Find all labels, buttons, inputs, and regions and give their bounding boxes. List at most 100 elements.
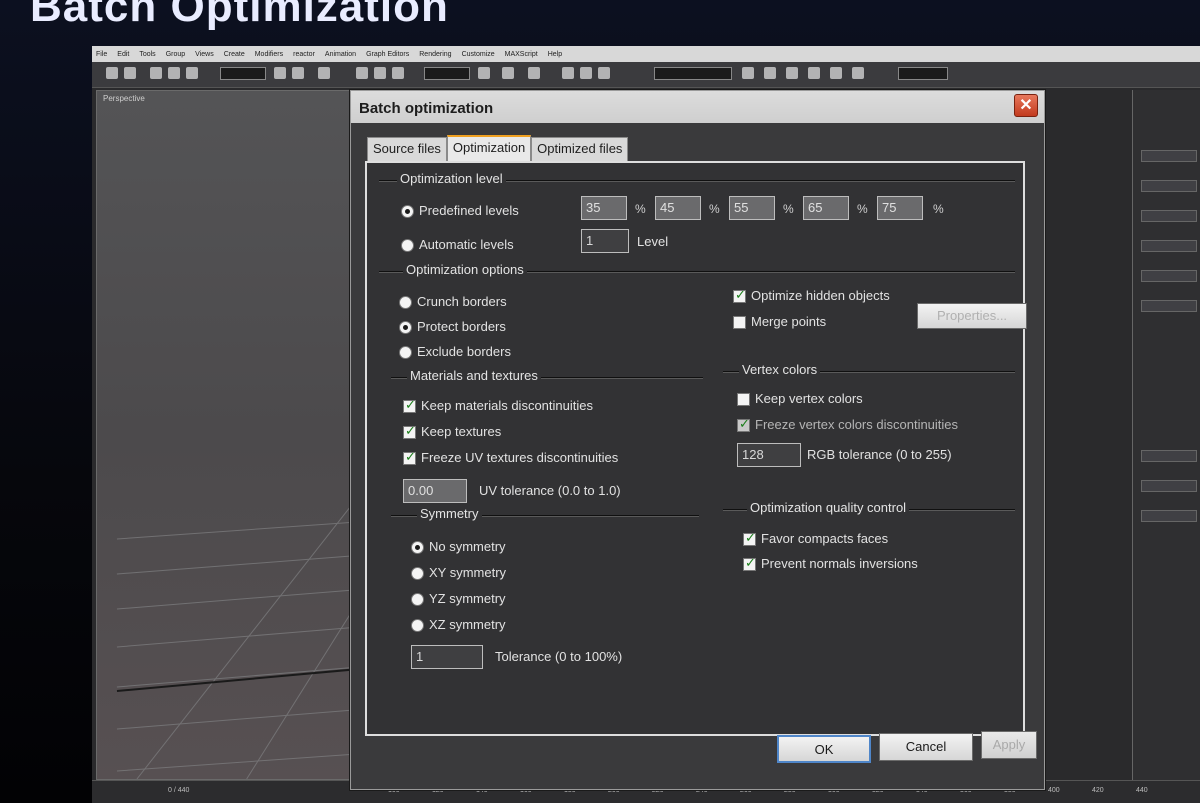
schematic-icon[interactable]	[764, 67, 776, 79]
freeze-vertex-colors-checkbox[interactable]	[737, 417, 750, 432]
quick-render-icon[interactable]	[852, 67, 864, 79]
rgb-tolerance-input[interactable]: 128	[737, 443, 801, 467]
menu-maxscript[interactable]: MAXScript	[505, 51, 538, 58]
menu-reactor[interactable]: reactor	[293, 51, 315, 58]
ok-button[interactable]: OK	[777, 735, 871, 763]
command-panel-button[interactable]	[1141, 480, 1197, 492]
select-by-name-icon[interactable]	[292, 67, 304, 79]
menu-file[interactable]: File	[96, 51, 107, 58]
prevent-normals-label: Prevent normals inversions	[761, 556, 918, 571]
rotate-icon[interactable]	[374, 67, 386, 79]
menu-modifiers[interactable]: Modifiers	[255, 51, 283, 58]
select-icon[interactable]	[274, 67, 286, 79]
protect-borders-radio[interactable]	[399, 321, 412, 334]
menu-group[interactable]: Group	[166, 51, 185, 58]
reference-coord-dropdown[interactable]	[424, 67, 470, 80]
scale-icon[interactable]	[392, 67, 404, 79]
symmetry-heading: Symmetry	[417, 506, 482, 521]
tab-optimized-files[interactable]: Optimized files	[531, 137, 629, 161]
xz-symmetry-radio[interactable]	[411, 619, 424, 632]
align-icon[interactable]	[580, 67, 592, 79]
prevent-normals-checkbox[interactable]	[743, 556, 756, 571]
command-panel-button[interactable]	[1141, 450, 1197, 462]
cancel-button[interactable]: Cancel	[879, 733, 973, 761]
render-frame-icon[interactable]	[830, 67, 842, 79]
optimize-hidden-checkbox[interactable]	[733, 288, 746, 303]
command-panel-button[interactable]	[1141, 150, 1197, 162]
uv-tolerance-input[interactable]: 0.00	[403, 479, 467, 503]
no-symmetry-radio[interactable]	[411, 541, 424, 554]
redo-icon[interactable]	[124, 67, 136, 79]
menu-help[interactable]: Help	[548, 51, 562, 58]
viewport-label[interactable]: Perspective	[103, 94, 145, 103]
menu-create[interactable]: Create	[224, 51, 245, 58]
freeze-uv-checkbox[interactable]	[403, 450, 416, 465]
predefined-levels-radio[interactable]	[401, 205, 414, 218]
command-panel-button[interactable]	[1141, 270, 1197, 282]
named-selection-dropdown[interactable]	[654, 67, 732, 80]
merge-points-checkbox[interactable]	[733, 316, 746, 329]
dialog-title: Batch optimization	[359, 100, 494, 117]
level-4-input[interactable]: 65	[803, 196, 849, 220]
command-panel-button[interactable]	[1141, 210, 1197, 222]
properties-button[interactable]: Properties...	[917, 303, 1027, 329]
render-setup-icon[interactable]	[808, 67, 820, 79]
level-2-input[interactable]: 45	[655, 196, 701, 220]
pivot-icon[interactable]	[478, 67, 490, 79]
crunch-borders-radio[interactable]	[399, 296, 412, 309]
bind-icon[interactable]	[186, 67, 198, 79]
percent-label: %	[933, 202, 944, 216]
percent-label: %	[709, 202, 720, 216]
level-1-input[interactable]: 35	[581, 196, 627, 220]
layer-icon[interactable]	[598, 67, 610, 79]
link-icon[interactable]	[150, 67, 162, 79]
curve-editor-icon[interactable]	[742, 67, 754, 79]
tab-optimization[interactable]: Optimization	[446, 135, 532, 161]
favor-compact-faces-checkbox[interactable]	[743, 531, 756, 546]
xy-symmetry-radio[interactable]	[411, 567, 424, 580]
region-select-icon[interactable]	[318, 67, 330, 79]
command-panel-button[interactable]	[1141, 240, 1197, 252]
automatic-levels-label: Automatic levels	[419, 237, 514, 252]
command-panel-button[interactable]	[1141, 180, 1197, 192]
render-type-dropdown[interactable]	[898, 67, 948, 80]
automatic-levels-radio[interactable]	[401, 239, 414, 252]
tab-source-files[interactable]: Source files	[367, 137, 447, 161]
keep-materials-checkbox[interactable]	[403, 398, 416, 413]
batch-optimization-dialog: Batch optimization ✕ Source files Optimi…	[350, 90, 1045, 790]
menu-graph-editors[interactable]: Graph Editors	[366, 51, 409, 58]
menu-animation[interactable]: Animation	[325, 51, 356, 58]
undo-icon[interactable]	[106, 67, 118, 79]
predefined-levels-label: Predefined levels	[419, 203, 519, 218]
level-5-input[interactable]: 75	[877, 196, 923, 220]
menu-customize[interactable]: Customize	[462, 51, 495, 58]
exclude-borders-radio[interactable]	[399, 346, 412, 359]
material-editor-icon[interactable]	[786, 67, 798, 79]
merge-points-label: Merge points	[751, 314, 827, 329]
xz-symmetry-label: XZ symmetry	[429, 617, 506, 632]
command-panel-button[interactable]	[1141, 510, 1197, 522]
yz-symmetry-radio[interactable]	[411, 593, 424, 606]
mirror-icon[interactable]	[562, 67, 574, 79]
menu-rendering[interactable]: Rendering	[419, 51, 451, 58]
symmetry-tolerance-input[interactable]: 1	[411, 645, 483, 669]
keep-vertex-colors-checkbox[interactable]	[737, 393, 750, 406]
tab-bar: Source files Optimization Optimized file…	[367, 135, 629, 161]
selection-filter-dropdown[interactable]	[220, 67, 266, 80]
dialog-titlebar[interactable]: Batch optimization ✕	[351, 91, 1044, 123]
slide-title: Batch Optimization	[30, 0, 449, 31]
apply-button[interactable]: Apply	[981, 731, 1037, 759]
menu-tools[interactable]: Tools	[139, 51, 155, 58]
angle-snap-icon[interactable]	[528, 67, 540, 79]
level-3-input[interactable]: 55	[729, 196, 775, 220]
menu-edit[interactable]: Edit	[117, 51, 129, 58]
snap-icon[interactable]	[502, 67, 514, 79]
quality-control-heading: Optimization quality control	[747, 500, 910, 515]
close-icon[interactable]: ✕	[1014, 94, 1038, 117]
unlink-icon[interactable]	[168, 67, 180, 79]
automatic-levels-input[interactable]: 1	[581, 229, 629, 253]
keep-textures-checkbox[interactable]	[403, 424, 416, 439]
move-icon[interactable]	[356, 67, 368, 79]
command-panel-button[interactable]	[1141, 300, 1197, 312]
menu-views[interactable]: Views	[195, 51, 214, 58]
